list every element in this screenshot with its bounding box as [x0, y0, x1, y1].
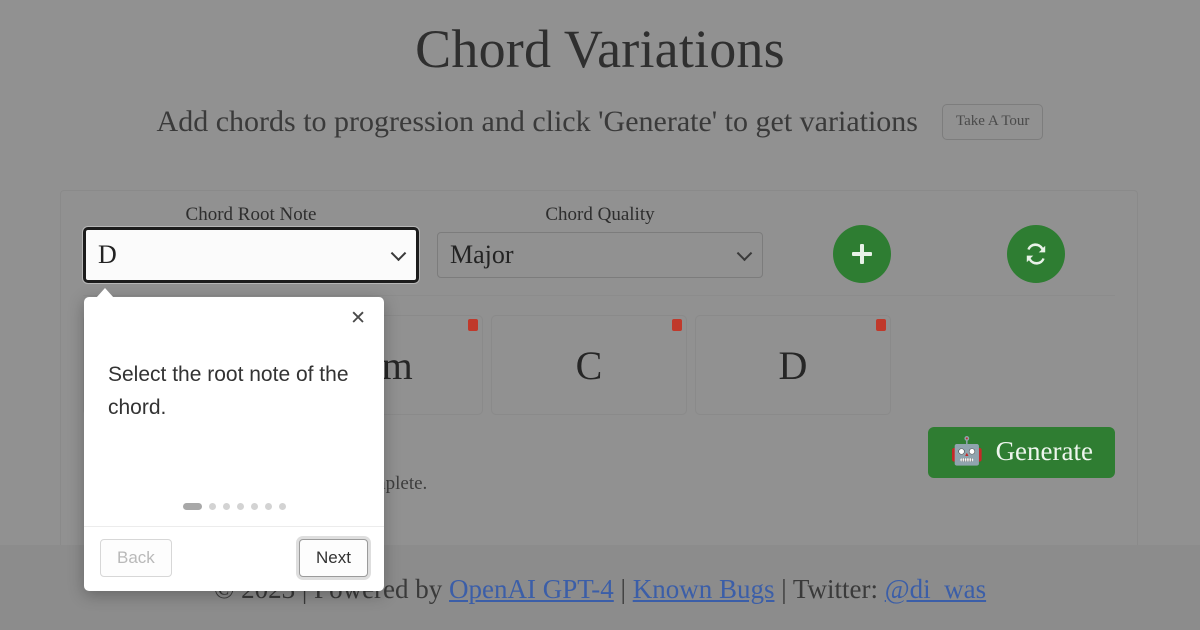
chord-card-label: C [575, 342, 603, 388]
chord-quality-field: Chord Quality Major [437, 204, 763, 278]
chord-card-label: D [778, 342, 808, 388]
tour-step-dot[interactable] [182, 503, 202, 510]
add-chord-button[interactable] [833, 225, 891, 283]
tour-back-button[interactable]: Back [100, 539, 172, 577]
generate-button-label: Generate [995, 436, 1093, 466]
plus-icon [852, 244, 872, 264]
footer-separator: | Twitter: [774, 574, 885, 604]
chord-quality-select[interactable]: Major [437, 231, 763, 278]
chord-quality-value: Major [450, 239, 514, 269]
tour-step-dot[interactable] [222, 503, 230, 510]
chord-root-note-field: Chord Root Note D [83, 204, 419, 283]
tour-popover-text: Select the root note of the chord. [108, 363, 349, 419]
delete-chord-marker-icon[interactable] [672, 319, 682, 331]
footer-link-twitter[interactable]: @di_was [885, 574, 986, 604]
chevron-down-icon [390, 245, 407, 262]
subtitle-row: Add chords to progression and click 'Gen… [0, 104, 1200, 140]
tour-step-dot[interactable] [208, 503, 216, 510]
delete-chord-marker-icon[interactable] [468, 319, 478, 331]
refresh-icon [1026, 243, 1046, 265]
footer-separator: | [613, 574, 633, 604]
tour-step-indicator [84, 475, 384, 526]
tour-popover-footer: Back Next [84, 526, 384, 591]
controls-divider [83, 295, 1115, 296]
page-subtitle: Add chords to progression and click 'Gen… [156, 105, 918, 138]
tour-step-dot[interactable] [250, 503, 258, 510]
controls-row: Chord Root Note D Chord Quality Major [61, 191, 1137, 299]
page-title: Chord Variations [415, 19, 785, 79]
tour-step-dot[interactable] [278, 503, 286, 510]
footer-link-openai[interactable]: OpenAI GPT-4 [449, 574, 614, 604]
tour-popover: ✕ Select the root note of the chord. Bac… [84, 288, 384, 591]
tour-next-button[interactable]: Next [299, 539, 368, 577]
robot-icon: 🤖 [949, 436, 984, 466]
take-a-tour-button[interactable]: Take A Tour [941, 104, 1044, 140]
generate-button[interactable]: 🤖 Generate [927, 427, 1115, 478]
app-root: Chord Variations Add chords to progressi… [0, 0, 1200, 630]
chord-root-note-value: D [98, 239, 117, 269]
tour-step-dot[interactable] [236, 503, 244, 510]
close-icon[interactable]: ✕ [346, 307, 370, 330]
tour-step-dot[interactable] [264, 503, 272, 510]
chord-card[interactable]: C [491, 315, 687, 415]
reset-progression-button[interactable] [1007, 225, 1065, 283]
chord-card[interactable]: D [695, 315, 891, 415]
footer-link-known-bugs[interactable]: Known Bugs [633, 574, 775, 604]
chevron-down-icon [736, 245, 753, 262]
chord-quality-label: Chord Quality [545, 204, 655, 225]
chord-root-note-label: Chord Root Note [185, 204, 317, 225]
delete-chord-marker-icon[interactable] [876, 319, 886, 331]
chord-root-note-select[interactable]: D [83, 226, 419, 283]
